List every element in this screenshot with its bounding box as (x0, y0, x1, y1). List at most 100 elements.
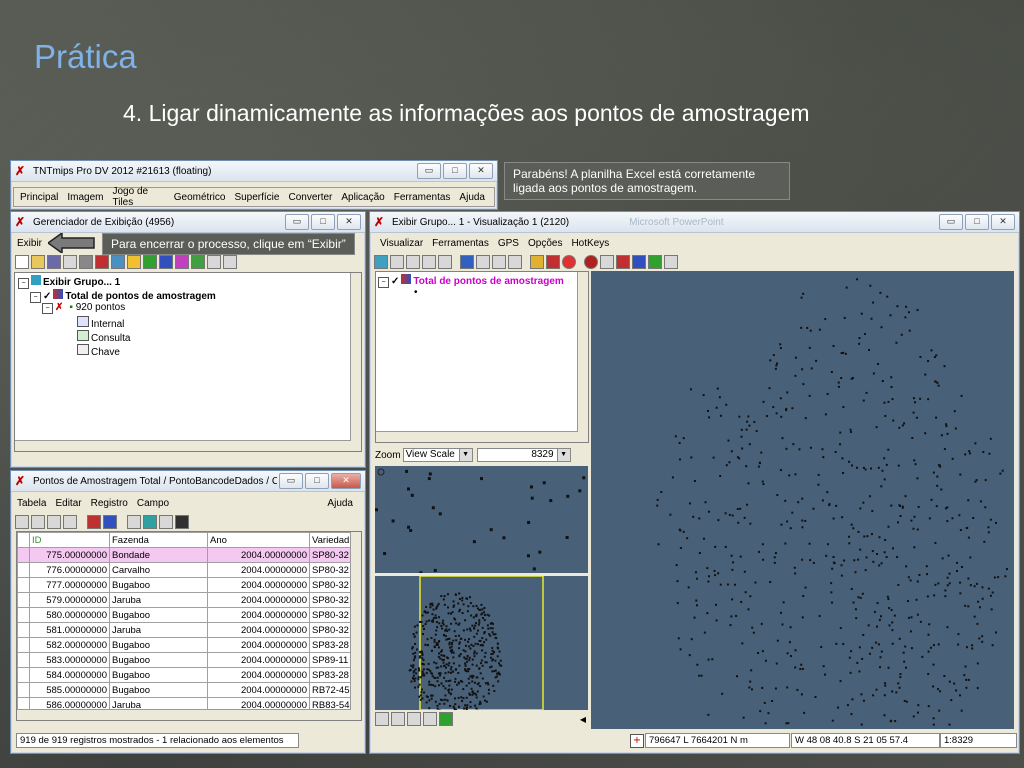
locator-zoom-out-icon[interactable] (423, 712, 437, 726)
row-marker[interactable] (17, 652, 30, 668)
cancel-icon[interactable] (584, 255, 598, 269)
vector-icon[interactable] (127, 255, 141, 269)
info-icon[interactable] (175, 515, 189, 529)
menu-hotkeys[interactable]: HotKeys (571, 238, 609, 249)
cell-ano[interactable]: 2004.00000000 (207, 622, 310, 638)
legend-vertical-scrollbar[interactable] (577, 272, 588, 442)
save-icon[interactable] (47, 255, 61, 269)
row-marker[interactable] (17, 562, 30, 578)
menu-exibir[interactable]: Exibir (17, 238, 42, 249)
cell-ano[interactable]: 2004.00000000 (207, 577, 310, 593)
maximize-button[interactable]: □ (965, 214, 989, 230)
column-header-ano[interactable]: Ano (207, 532, 310, 548)
cell-ano[interactable]: 2004.00000000 (207, 637, 310, 653)
collapse-icon[interactable]: − (18, 278, 29, 289)
cell-id[interactable]: 775.00000000 (29, 547, 110, 563)
close-button[interactable]: ✕ (991, 214, 1015, 230)
print-icon[interactable] (63, 255, 77, 269)
dropdown-arrow-icon[interactable]: ▼ (556, 449, 570, 461)
locator-extent-icon[interactable] (439, 712, 453, 726)
find-icon[interactable] (143, 515, 157, 529)
link-icon[interactable] (87, 515, 101, 529)
tree-item-chave[interactable]: Chave (77, 344, 120, 358)
row-marker[interactable] (17, 592, 30, 608)
minimize-button[interactable]: ▭ (939, 214, 963, 230)
menu-ajuda[interactable]: Ajuda (327, 498, 353, 509)
table-row[interactable]: 582.00000000 Bugaboo 2004.00000000 SP83-28 (17, 637, 352, 653)
collapse-icon[interactable]: − (30, 292, 41, 303)
row-marker[interactable] (17, 547, 30, 563)
menu-geometrico[interactable]: Geométrico (174, 192, 226, 203)
checkmark-icon[interactable]: ✓ (43, 291, 51, 302)
cell-id[interactable]: 776.00000000 (29, 562, 110, 578)
cell-variedad[interactable]: SP89-11 (309, 652, 352, 668)
close-button[interactable]: ✕ (331, 473, 361, 489)
zoom-in-icon[interactable] (406, 255, 420, 269)
legend-item[interactable]: − ✓ Total de pontos de amostragem (378, 274, 564, 288)
tree-item-consulta[interactable]: Consulta (77, 330, 130, 344)
cell-fazenda[interactable]: Jaruba (109, 622, 208, 638)
cell-fazenda[interactable]: Bugaboo (109, 652, 208, 668)
cell-id[interactable]: 584.00000000 (29, 667, 110, 683)
table-row[interactable]: 579.00000000 Jaruba 2004.00000000 SP80-32 (17, 592, 352, 608)
checkmark-icon[interactable]: ✓ (391, 276, 399, 287)
cell-fazenda[interactable]: Bondade (109, 547, 208, 563)
cell-variedad[interactable]: SP80-32 (309, 577, 352, 593)
menu-imagem[interactable]: Imagem (67, 192, 103, 203)
maximize-button[interactable]: □ (305, 473, 329, 489)
menu-opcoes[interactable]: Opções (528, 238, 562, 249)
row-marker[interactable] (17, 682, 30, 698)
collapse-icon[interactable]: − (378, 277, 389, 288)
table-row[interactable]: 581.00000000 Jaruba 2004.00000000 SP80-32 (17, 622, 352, 638)
edit-icon[interactable] (63, 515, 77, 529)
cell-id[interactable]: 582.00000000 (29, 637, 110, 653)
add-layer-icon[interactable] (95, 255, 109, 269)
column-header-variedad[interactable]: Variedad (309, 532, 352, 548)
cell-fazenda[interactable]: Bugaboo (109, 667, 208, 683)
cell-ano[interactable]: 2004.00000000 (207, 562, 310, 578)
edit-tool-icon[interactable] (632, 255, 646, 269)
column-header-id[interactable]: ID (29, 532, 110, 548)
cell-ano[interactable]: 2004.00000000 (207, 652, 310, 668)
locator-zoom-in-icon[interactable] (407, 712, 421, 726)
table-row[interactable]: 584.00000000 Bugaboo 2004.00000000 SP83-28 (17, 667, 352, 683)
table-row[interactable]: 775.00000000 Bondade 2004.00000000 SP80-32 (17, 547, 352, 563)
row-marker[interactable] (17, 577, 30, 593)
menu-superficie[interactable]: Superfície (234, 192, 279, 203)
forward-icon[interactable] (546, 255, 560, 269)
region-icon[interactable] (191, 255, 205, 269)
table-row[interactable]: 585.00000000 Bugaboo 2004.00000000 RB72-45 (17, 682, 352, 698)
display-manager-titlebar[interactable]: ✗ Gerenciador de Exibição (4956) ▭ □ ✕ (11, 212, 365, 233)
cell-id[interactable]: 580.00000000 (29, 607, 110, 623)
menu-visualizar[interactable]: Visualizar (380, 238, 423, 249)
cell-variedad[interactable]: SP80-32 (309, 607, 352, 623)
menu-tabela[interactable]: Tabela (17, 498, 46, 509)
table-row[interactable]: 777.00000000 Bugaboo 2004.00000000 SP80-32 (17, 577, 352, 593)
select-icon[interactable] (31, 515, 45, 529)
cell-variedad[interactable]: SP80-32 (309, 547, 352, 563)
cell-id[interactable]: 585.00000000 (29, 682, 110, 698)
table-vertical-scrollbar[interactable] (350, 532, 361, 720)
detail-locator-map[interactable] (375, 466, 588, 573)
cell-ano[interactable]: 2004.00000000 (207, 592, 310, 608)
cell-fazenda[interactable]: Bugaboo (109, 607, 208, 623)
menu-principal[interactable]: Principal (20, 192, 58, 203)
minimize-button[interactable]: ▭ (279, 473, 303, 489)
sort-icon[interactable] (15, 515, 29, 529)
menu-ferramentas[interactable]: Ferramentas (432, 238, 489, 249)
minimize-button[interactable]: ▭ (417, 163, 441, 179)
zoom-mode-select[interactable]: View Scale ▼ (402, 448, 473, 462)
panel-collapse-icon[interactable]: ◀ (580, 715, 586, 724)
camera-icon[interactable] (438, 255, 452, 269)
main-window-titlebar[interactable]: ✗ TNTmips Pro DV 2012 #21613 (floating) … (11, 161, 497, 182)
row-marker[interactable] (17, 637, 30, 653)
sketch-icon[interactable] (492, 255, 506, 269)
cell-variedad[interactable]: SP83-28 (309, 667, 352, 683)
row-marker[interactable] (17, 667, 30, 683)
tree-item-layer[interactable]: − ✓ Total de pontos de amostragem (30, 289, 216, 303)
cell-variedad[interactable]: SP80-32 (309, 592, 352, 608)
table-row[interactable]: 580.00000000 Bugaboo 2004.00000000 SP80-32 (17, 607, 352, 623)
menu-jogo-de-tiles[interactable]: Jogo de Tiles (112, 186, 164, 208)
stop-icon[interactable] (562, 255, 576, 269)
pointer-icon[interactable] (616, 255, 630, 269)
